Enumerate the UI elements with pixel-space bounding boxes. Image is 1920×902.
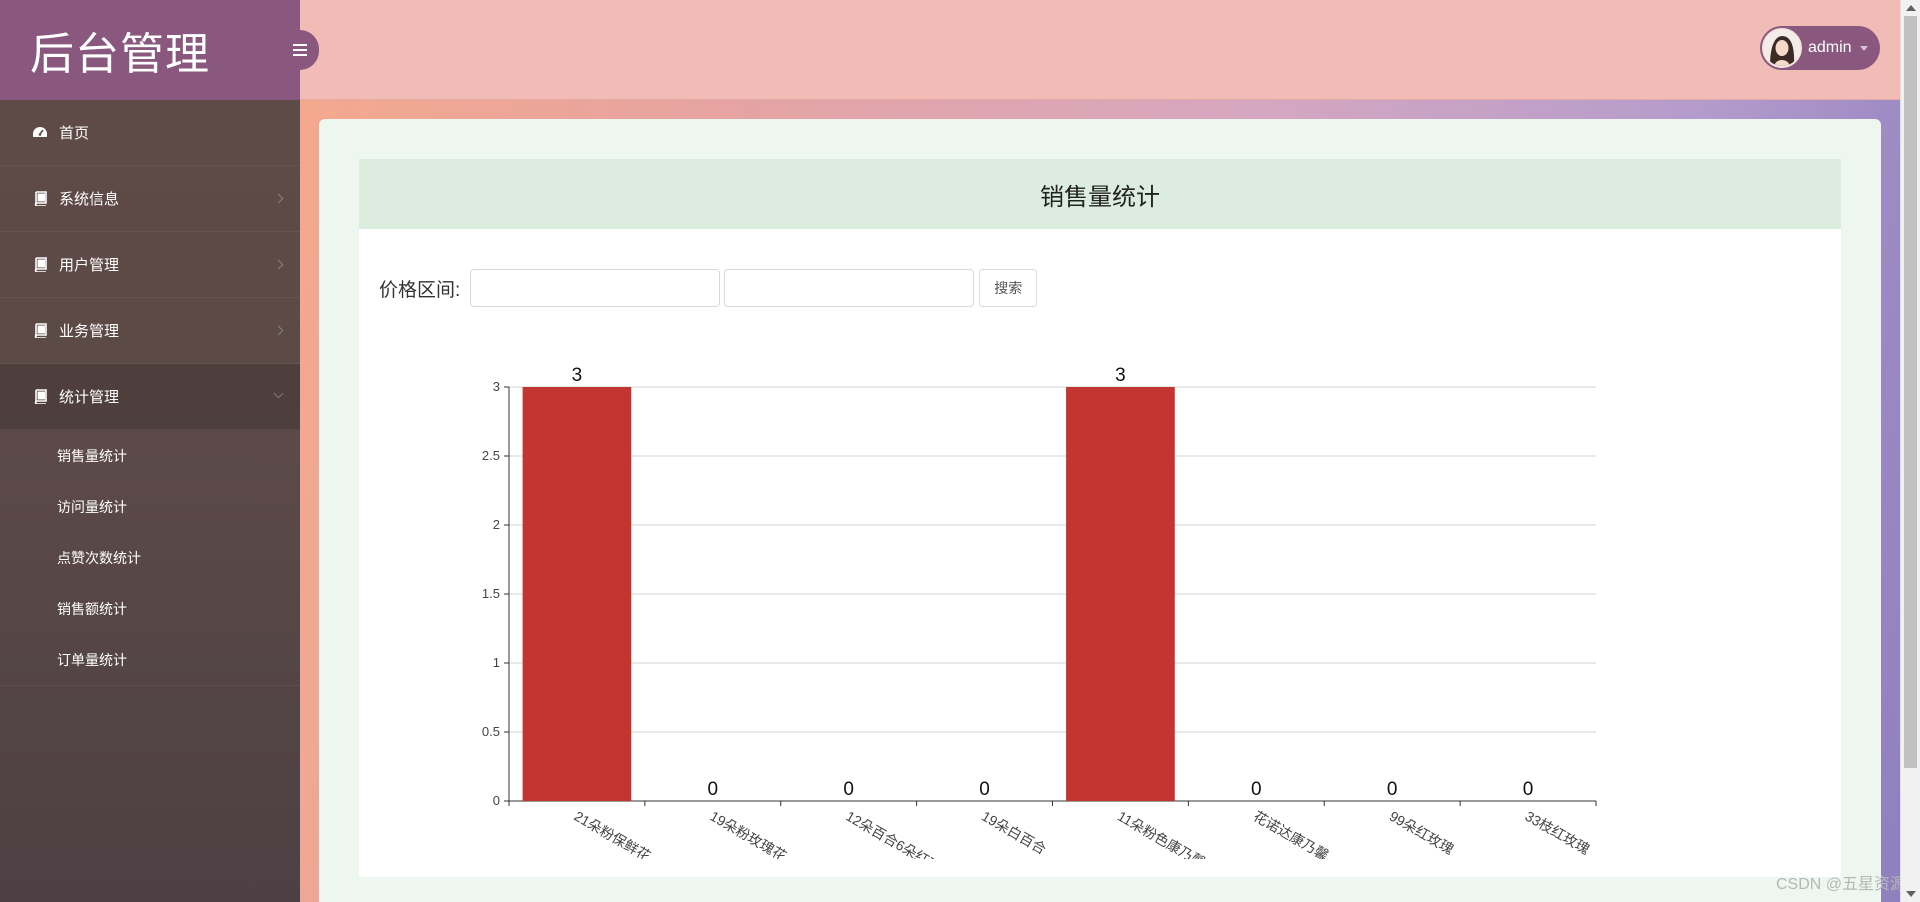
scroll-thumb[interactable] xyxy=(1904,16,1917,768)
x-category-label: 19朵粉玫瑰花 xyxy=(707,808,789,859)
book-icon xyxy=(31,191,49,207)
y-tick-label: 1.5 xyxy=(482,586,500,601)
bar-value-label: 0 xyxy=(708,779,719,800)
bar-value-label: 3 xyxy=(1115,365,1126,386)
x-category-label: 花诺达康乃馨 xyxy=(1251,808,1332,859)
x-category-label: 19朵白百合 xyxy=(979,808,1049,858)
x-category-label: 33枝红玫瑰 xyxy=(1523,808,1593,858)
sidebar-item-statistics-management[interactable]: 统计管理 xyxy=(0,364,300,430)
chevron-right-icon xyxy=(273,193,284,204)
submenu-item-orders[interactable]: 订单量统计 xyxy=(0,634,300,685)
price-filter: 价格区间: 搜索 xyxy=(379,269,1038,307)
sidebar-menu: 首页 系统信息 用户管理 业务管理 统计管理 xyxy=(0,100,300,430)
statistics-submenu: 销售量统计 访问量统计 点赞次数统计 销售额统计 订单量统计 xyxy=(0,430,300,686)
sidebar-item-label: 业务管理 xyxy=(59,323,120,340)
app-title: 后台管理 xyxy=(30,30,210,79)
max-price-input[interactable] xyxy=(724,269,975,307)
submenu-item-visits[interactable]: 访问量统计 xyxy=(0,481,300,532)
top-bar: admin xyxy=(300,0,1900,100)
sales-volume-chart: 0 0.5 1 1.5 2 2.5 3 3 21朵粉保鲜花 0 19朵粉玫瑰花 0 12朵百合6朵红玫瑰… xyxy=(482,365,1597,859)
chevron-down-icon xyxy=(273,388,284,399)
bar-value-label: 0 xyxy=(1387,779,1398,800)
x-category-label: 99朵红玫瑰 xyxy=(1387,808,1457,858)
y-tick-label: 0 xyxy=(493,793,500,808)
watermark: CSDN @五星资源 xyxy=(1775,876,1906,893)
book-icon xyxy=(31,323,49,339)
price-range-label: 价格区间: xyxy=(379,279,461,301)
bar-value-label: 0 xyxy=(1523,779,1534,800)
chevron-right-icon xyxy=(273,259,284,270)
bar-value-label: 0 xyxy=(1251,779,1262,800)
card-title: 销售量统计 xyxy=(359,159,1841,229)
sidebar: 后台管理 首页 系统信息 用户管理 业务管理 统计管理 销售量统计 访问量统计 … xyxy=(0,0,319,902)
stats-card: 销售量统计 价格区间: 搜索 0 0.5 1 1.5 2 2.5 3 3 21朵粉保鲜花 0 19朵… xyxy=(359,159,1841,877)
y-tick-label: 0.5 xyxy=(482,724,500,739)
menu-icon xyxy=(293,49,307,51)
bar xyxy=(1066,387,1175,801)
sidebar-item-label: 首页 xyxy=(59,125,90,142)
min-price-input[interactable] xyxy=(470,269,721,307)
book-icon xyxy=(31,257,49,273)
user-menu-button[interactable]: admin xyxy=(1760,26,1880,70)
sidebar-toggle-button[interactable] xyxy=(281,30,319,70)
scroll-up-arrow-icon[interactable] xyxy=(1906,5,1916,11)
bar-value-label: 0 xyxy=(843,779,854,800)
y-tick-label: 3 xyxy=(493,379,500,394)
x-category-label: 12朵百合6朵红玫瑰 xyxy=(843,808,956,859)
bar xyxy=(522,387,632,801)
sidebar-item-home[interactable]: 首页 xyxy=(0,100,300,166)
sidebar-item-label: 用户管理 xyxy=(59,257,120,274)
bar-value-label: 3 xyxy=(572,365,583,386)
brand-header: 后台管理 xyxy=(0,0,319,100)
submenu-item-likes[interactable]: 点赞次数统计 xyxy=(0,532,300,583)
avatar xyxy=(1762,28,1802,68)
content-panel: 销售量统计 价格区间: 搜索 0 0.5 1 1.5 2 2.5 3 3 21朵粉保鲜花 0 19朵… xyxy=(319,119,1881,902)
bar-value-label: 0 xyxy=(979,779,990,800)
sidebar-item-label: 系统信息 xyxy=(59,191,120,208)
scroll-down-arrow-icon[interactable] xyxy=(1906,891,1916,897)
caret-down-icon xyxy=(1860,45,1868,51)
dashboard-icon xyxy=(31,125,49,141)
x-category-label: 11朵粉色康乃馨 xyxy=(1115,808,1208,859)
book-icon xyxy=(31,389,49,405)
page-scrollbar[interactable] xyxy=(1900,0,1920,902)
y-tick-label: 2.5 xyxy=(482,448,500,463)
submenu-item-sales-amount[interactable]: 销售额统计 xyxy=(0,583,300,634)
chevron-right-icon xyxy=(273,325,284,336)
x-category-label: 21朵粉保鲜花 xyxy=(571,808,653,859)
sidebar-item-system-info[interactable]: 系统信息 xyxy=(0,166,300,232)
sidebar-item-business-management[interactable]: 业务管理 xyxy=(0,298,300,364)
y-tick-label: 2 xyxy=(493,517,500,532)
sidebar-item-user-management[interactable]: 用户管理 xyxy=(0,232,300,298)
y-tick-label: 1 xyxy=(493,655,500,670)
username: admin xyxy=(1808,39,1852,56)
search-button[interactable]: 搜索 xyxy=(979,269,1038,307)
submenu-item-sales-volume[interactable]: 销售量统计 xyxy=(0,430,300,481)
sidebar-item-label: 统计管理 xyxy=(59,389,120,406)
